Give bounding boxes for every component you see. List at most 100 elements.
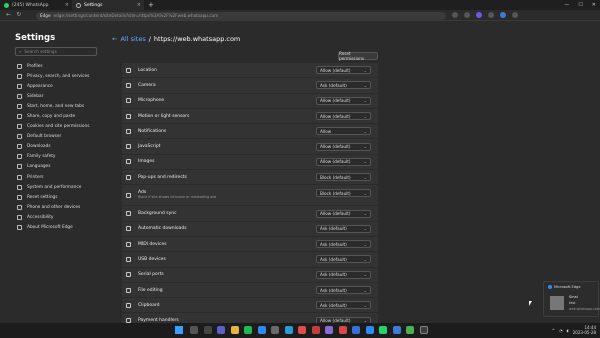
chevron-down-icon: ⌄ (363, 241, 367, 247)
notification-toast[interactable]: Microsoft Edge Sinai test web.whatsapp.c… (543, 281, 600, 317)
app-icon[interactable] (271, 326, 279, 334)
permission-row: Location Allow (default) ⌄ (122, 63, 378, 79)
close-tab-icon[interactable]: × (65, 2, 69, 8)
extension-icon[interactable] (476, 12, 482, 18)
folder-icon[interactable] (230, 326, 239, 334)
permission-dropdown[interactable]: Allow (default) ⌄ (316, 157, 371, 166)
permission-dropdown[interactable]: Block (default) ⌄ (316, 173, 371, 182)
permission-dropdown[interactable]: Ask (default) ⌄ (316, 301, 371, 310)
sidebar-item[interactable]: Privacy, search, and services (17, 71, 89, 81)
app-icon[interactable] (419, 326, 428, 334)
permission-dropdown[interactable]: Ask (default) ⌄ (316, 224, 371, 233)
app-icon[interactable] (392, 326, 401, 334)
permission-row: Notifications Allow ⌄ (122, 124, 378, 140)
permission-dropdown[interactable]: Ask (default) ⌄ (316, 240, 371, 249)
microphone-icon (126, 98, 131, 104)
permission-description: Block if site shows intrusive or mislead… (138, 195, 217, 200)
address-bar[interactable]: Edge edge://settings/content/siteDetails… (36, 11, 446, 20)
chevron-up-icon[interactable]: ^ (552, 328, 555, 333)
sidebar-item[interactable]: Share, copy and paste (17, 111, 89, 121)
sidebar-item[interactable]: Languages (17, 162, 89, 172)
permission-dropdown[interactable]: Allow (default) ⌄ (316, 66, 371, 75)
permission-label: Camera (138, 82, 156, 88)
sidebar-item[interactable]: Cookies and site permissions (17, 122, 89, 132)
sidebar-item[interactable]: Reset settings (17, 192, 89, 202)
reset-permissions-button[interactable]: Reset permissions (338, 51, 378, 61)
permission-value: Ask (default) (320, 241, 347, 247)
chevron-down-icon: ⌄ (363, 128, 367, 134)
clock-date: 2023-05-28 (572, 330, 596, 335)
permission-value: Allow (default) (320, 67, 351, 73)
permission-row: MIDI devices Ask (default) ⌄ (122, 237, 378, 253)
task-view-icon[interactable] (203, 326, 212, 334)
permission-dropdown[interactable]: Allow (default) ⌄ (316, 112, 371, 121)
permission-row: Background sync Allow (default) ⌄ (122, 206, 378, 222)
app-icon[interactable] (311, 326, 320, 334)
sidebar-item-icon (17, 114, 22, 120)
sidebar-item-icon (17, 93, 22, 99)
search-input[interactable]: ⌕ Search settings (15, 47, 97, 56)
permission-dropdown[interactable]: Ask (default) ⌄ (316, 255, 371, 264)
close-tab-icon[interactable]: × (137, 2, 141, 8)
sidebar-item[interactable]: Printers (17, 172, 89, 182)
sidebar-item[interactable]: Accessibility (17, 212, 89, 222)
sidebar-item[interactable]: Family safety (17, 152, 89, 162)
tab-settings[interactable]: Settings × (72, 0, 144, 10)
permission-label: Location (138, 67, 158, 73)
spotify-icon[interactable] (244, 326, 252, 334)
close-window-button[interactable]: ✕ (592, 2, 596, 8)
collections-icon[interactable] (488, 12, 494, 18)
sidebar-item-label: Privacy, search, and services (27, 73, 90, 79)
sidebar-item[interactable]: Phone and other devices (17, 202, 89, 212)
edge-taskbar-icon[interactable] (284, 326, 293, 334)
popup-icon (126, 174, 131, 180)
teams-icon[interactable] (217, 326, 225, 334)
permission-dropdown[interactable]: Allow (default) ⌄ (316, 96, 371, 105)
sidebar-item[interactable]: Default browser (17, 132, 89, 142)
new-tab-button[interactable]: + (148, 1, 154, 9)
whatsapp-taskbar-icon[interactable] (379, 326, 387, 334)
sidebar-item[interactable]: System and performance (17, 182, 89, 192)
app-icon[interactable] (365, 326, 374, 334)
sidebar-item[interactable]: About Microsoft Edge (17, 223, 89, 233)
clock[interactable]: 14:44 2023-05-28 (573, 325, 596, 335)
sidebar-item[interactable]: Start, home, and new tabs (17, 101, 89, 111)
all-sites-link[interactable]: All sites (120, 35, 145, 43)
favorite-icon[interactable] (464, 12, 470, 18)
app-icon[interactable] (406, 326, 414, 334)
tab-whatsapp[interactable]: (245) WhatsApp × (0, 0, 72, 10)
windows-start-icon[interactable] (175, 326, 183, 334)
maximize-button[interactable]: ☐ (578, 2, 582, 8)
wifi-icon[interactable]: ◔ (559, 328, 563, 333)
search-icon[interactable] (190, 326, 198, 334)
back-button[interactable]: ← (6, 12, 11, 18)
app-icon[interactable] (325, 326, 333, 334)
permission-dropdown[interactable]: Allow (default) ⌄ (316, 142, 371, 151)
sidebar-item[interactable]: Downloads (17, 142, 89, 152)
sidebar-item[interactable]: Profiles (17, 61, 89, 71)
vscode-icon[interactable] (257, 326, 266, 334)
search-placeholder: Search settings (24, 49, 57, 54)
sidebar-item[interactable]: Sidebar (17, 91, 89, 101)
permission-dropdown[interactable]: Block (default) ⌄ (316, 189, 371, 198)
back-arrow-icon[interactable]: ← (112, 35, 117, 43)
sidebar-item[interactable]: Appearance (17, 81, 89, 91)
permission-dropdown[interactable]: Allow ⌄ (316, 127, 371, 136)
permission-dropdown[interactable]: Ask (default) ⌄ (316, 270, 371, 279)
app-icon[interactable] (338, 326, 347, 334)
permission-dropdown[interactable]: Allow (default) ⌄ (316, 209, 371, 218)
volume-icon[interactable]: ◖ (567, 328, 569, 333)
app-icon[interactable] (298, 326, 306, 334)
permission-row: Clipboard Ask (default) ⌄ (122, 298, 378, 314)
permission-dropdown[interactable]: Ask (default) ⌄ (316, 286, 371, 294)
chevron-down-icon: ⌄ (363, 98, 367, 104)
profile-icon[interactable] (500, 12, 506, 18)
permission-label: Clipboard (138, 302, 160, 308)
more-icon[interactable] (512, 12, 518, 18)
permission-label: File editing (138, 287, 163, 293)
refresh-button[interactable]: ↻ (17, 12, 22, 18)
read-aloud-icon[interactable] (452, 12, 458, 18)
app-icon[interactable] (352, 326, 360, 334)
permission-dropdown[interactable]: Ask (default) ⌄ (316, 81, 371, 90)
minimize-button[interactable]: — (564, 2, 569, 8)
